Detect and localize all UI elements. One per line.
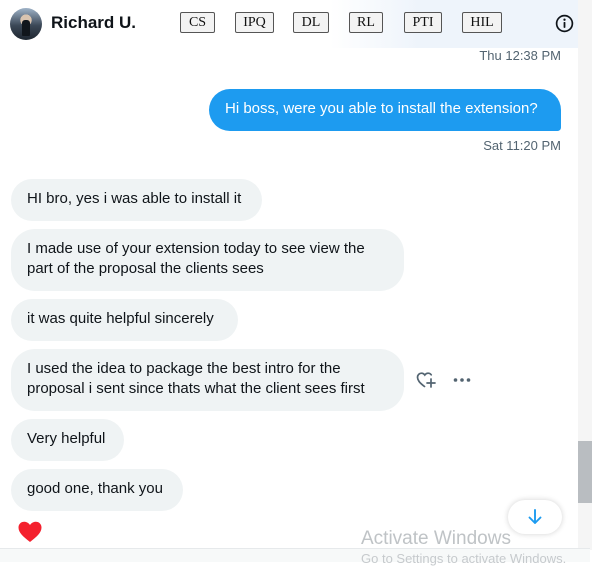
message-text: it was quite helpful sincerely xyxy=(27,310,214,327)
info-icon[interactable] xyxy=(555,14,574,33)
message-text: Very helpful xyxy=(27,430,106,447)
message-text-line: part of the proposal the clients sees xyxy=(27,260,264,277)
message-incoming[interactable]: I made use of your extension today to se… xyxy=(11,229,404,291)
message-outgoing[interactable]: Hi boss, were you able to install the ex… xyxy=(209,89,561,131)
message-incoming[interactable]: I used the idea to package the best intr… xyxy=(11,349,404,411)
scrollbar-thumb[interactable] xyxy=(578,441,592,503)
message-incoming[interactable]: Very helpful xyxy=(11,419,124,461)
watermark-subtitle: Go to Settings to activate Windows. xyxy=(361,551,567,566)
contact-name[interactable]: Richard U. xyxy=(51,13,136,33)
message-text-line: I used the idea to package the best intr… xyxy=(27,360,341,377)
chip-ipq[interactable]: IPQ xyxy=(235,12,274,33)
conversation-header: Richard U. CS IPQ DL RL PTI HIL xyxy=(0,0,590,48)
chip-dl[interactable]: DL xyxy=(293,12,329,33)
chip-rl[interactable]: RL xyxy=(349,12,383,33)
message-text-line: I made use of your extension today to se… xyxy=(27,240,365,257)
message-text: good one, thank you xyxy=(27,480,163,497)
message-incoming[interactable]: it was quite helpful sincerely xyxy=(11,299,238,341)
avatar-figure xyxy=(22,20,30,36)
chip-hil[interactable]: HIL xyxy=(462,12,502,33)
message-incoming[interactable]: HI bro, yes i was able to install it xyxy=(11,179,262,221)
arrow-down-icon xyxy=(528,509,542,524)
message-incoming[interactable]: good one, thank you xyxy=(11,469,183,511)
add-reaction-icon[interactable] xyxy=(416,371,436,389)
timestamp: Sat 11:20 PM xyxy=(483,138,561,153)
chip-pti[interactable]: PTI xyxy=(404,12,442,33)
more-icon[interactable] xyxy=(452,370,472,390)
watermark-title: Activate Windows xyxy=(361,528,511,549)
message-text-line: proposal i sent since thats what the cli… xyxy=(27,380,365,397)
heart-icon[interactable] xyxy=(17,520,43,544)
avatar[interactable] xyxy=(10,8,42,40)
message-text: HI bro, yes i was able to install it xyxy=(27,190,242,207)
chip-cs[interactable]: CS xyxy=(180,12,215,33)
scroll-to-bottom-button[interactable] xyxy=(508,500,562,534)
timestamp: Thu 12:38 PM xyxy=(479,48,561,63)
